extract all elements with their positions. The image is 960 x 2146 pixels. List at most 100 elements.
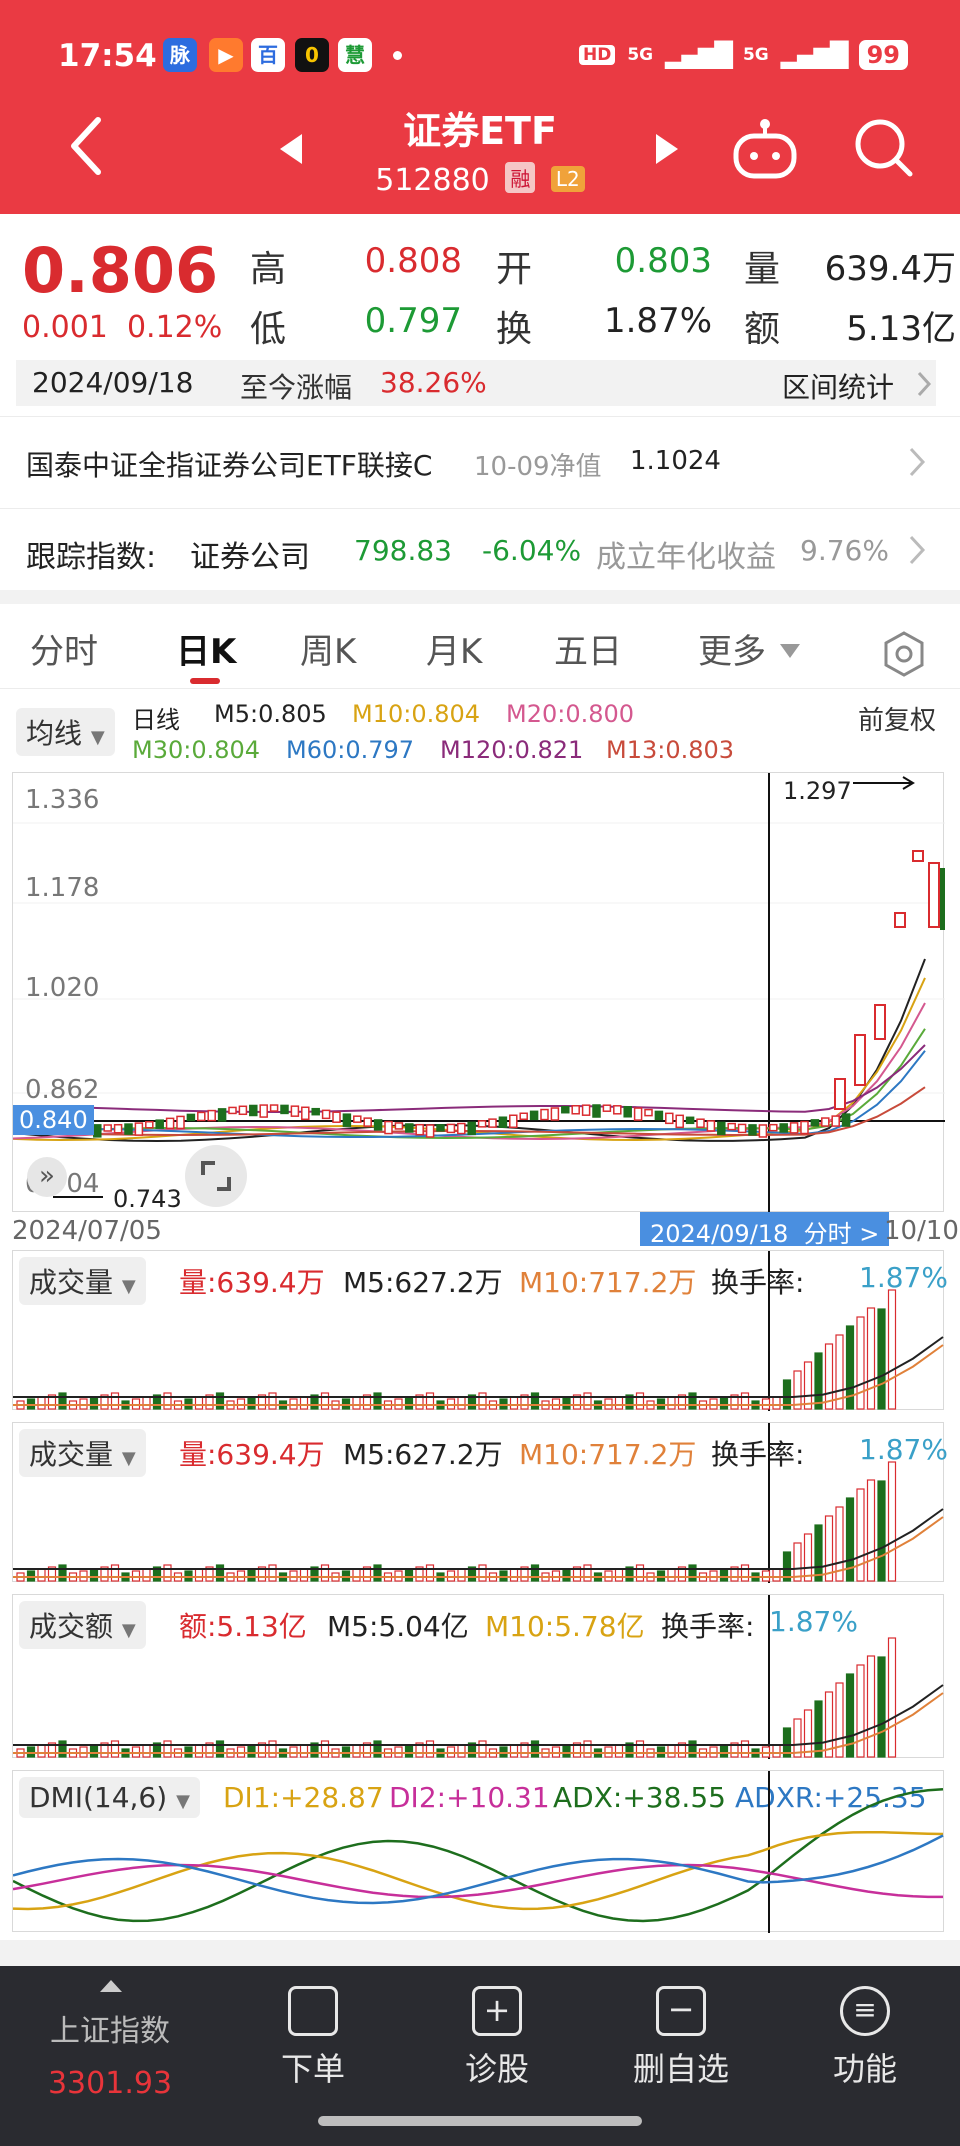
next-stock-icon[interactable]: [654, 132, 680, 166]
volume-bar: [110, 1740, 120, 1758]
tab-monthly-k[interactable]: 月K: [426, 624, 482, 673]
nav-diagnose-button[interactable]: + 诊股: [422, 1986, 572, 2090]
nav-order-button[interactable]: 下单: [238, 1986, 388, 2090]
volume-bar: [530, 1740, 540, 1758]
volume-bar: [163, 1564, 172, 1582]
menu-icon: ≡: [840, 1986, 890, 2036]
tab-weekly-k[interactable]: 周K: [300, 624, 356, 673]
candle-rally: [928, 862, 940, 928]
range-stat-button[interactable]: 区间统计: [782, 366, 894, 406]
volume-bar: [688, 1564, 697, 1582]
volume-value: 639.4万: [824, 249, 956, 289]
volume-bar: [404, 1744, 414, 1758]
app-icon-zero: 0: [295, 38, 329, 72]
volume-bar: [352, 1744, 361, 1758]
candle: [540, 1108, 549, 1121]
volume-bar: [803, 1361, 813, 1410]
volume-panel-2[interactable]: 成交量 ▼ 量:639.4万 M5:627.2万 M10:717.2万 换手率:…: [12, 1422, 948, 1583]
tab-daily-k[interactable]: 日K: [176, 624, 236, 673]
chevron-down-icon: ▼: [90, 727, 105, 748]
app-icon-mai: 脉: [163, 38, 197, 72]
candle: [321, 1109, 331, 1120]
chart-settings-icon[interactable]: [880, 630, 928, 678]
volume-bar: [247, 1744, 256, 1758]
volume-bar: [163, 1740, 172, 1758]
ma5-line: [13, 958, 926, 1143]
y-tick-4: 0.862: [25, 1075, 100, 1105]
amount-panel[interactable]: 成交额 ▼ 额:5.13亿 M5:5.04亿 M10:5.78亿 换手率: 1.…: [12, 1594, 944, 1759]
nav-functions-label: 功能: [832, 2050, 897, 2088]
volume-bar: [635, 1740, 645, 1758]
volume-bar: [824, 1691, 834, 1758]
track-index-name[interactable]: 证券公司: [190, 532, 310, 576]
candle: [644, 1108, 653, 1117]
high-label: 高: [250, 249, 287, 290]
period-tabs: 分时 日K 周K 月K 五日 更多: [0, 610, 960, 690]
kline-chart[interactable]: 1.336 1.178 1.020 0.862 0.704 0.840 1.29…: [12, 772, 945, 1213]
candle: [353, 1115, 362, 1123]
annual-return-value: 9.76%: [800, 534, 889, 567]
cursor-fenshi-button[interactable]: 分时: [804, 1220, 852, 1248]
dmi-panel[interactable]: DMI(14,6) ▼ DI1:+28.87 DI2:+10.31 ADX:+3…: [12, 1770, 944, 1933]
amount-value: 5.13亿: [846, 309, 956, 349]
volume-m5-line: [13, 1508, 944, 1570]
open-value: 0.803: [614, 241, 712, 281]
range-date: 2024/09/18: [32, 366, 194, 399]
volume-panel-1[interactable]: 成交量 ▼ 量:639.4万 M5:627.2万 M10:717.2万 换手率:…: [12, 1250, 948, 1411]
volume-bar: [373, 1740, 382, 1758]
candle: [186, 1113, 196, 1122]
candle: [779, 1123, 788, 1133]
volume-bar: [530, 1564, 540, 1582]
candle: [145, 1121, 154, 1129]
range-stat-bar[interactable]: 2024/09/18 至今涨幅 38.26% 区间统计: [16, 360, 936, 406]
nav-functions-button[interactable]: ≡ 功能: [790, 1986, 940, 2090]
nav-index-name[interactable]: 上证指数: [30, 2006, 190, 2050]
tab-more[interactable]: 更多: [698, 624, 766, 673]
volume-bar: [478, 1564, 487, 1582]
ma-selector-label: 均线: [26, 717, 83, 750]
volume-bar: [457, 1568, 466, 1582]
signal-bars-icon: ▂▄▆█: [665, 41, 733, 69]
volume-bar: [299, 1744, 309, 1758]
ma20-line: [13, 1002, 926, 1141]
candle: [436, 1124, 445, 1132]
tab-fenshi[interactable]: 分时: [30, 624, 98, 673]
volume-bar: [142, 1568, 151, 1582]
candle: [290, 1105, 300, 1117]
candle-rally: [894, 912, 906, 928]
volume-bar: [404, 1568, 414, 1582]
candle: [415, 1123, 424, 1136]
expand-left-icon[interactable]: »: [27, 1157, 67, 1197]
stock-code-row: 512880 融 L2: [0, 162, 960, 198]
nav-remove-watchlist-button[interactable]: − 删自选: [606, 1986, 756, 2090]
ma-selector[interactable]: 均线 ▼: [16, 708, 115, 756]
volume-bar: [866, 1655, 876, 1758]
volume-bar: [530, 1392, 540, 1410]
search-icon[interactable]: [852, 116, 916, 180]
page-title: 证券ETF: [403, 109, 557, 153]
volume-bar: [688, 1740, 697, 1758]
volume-bar: [457, 1744, 466, 1758]
y-tick-2: 1.178: [25, 873, 100, 903]
candle: [831, 1115, 840, 1127]
candle: [488, 1118, 497, 1128]
candle: [561, 1105, 570, 1114]
adjust-mode[interactable]: 前复权: [858, 700, 936, 737]
volume-bar: [373, 1564, 382, 1582]
cursor-date-tag[interactable]: 2024/09/18 分时 >: [640, 1212, 890, 1248]
track-label: 跟踪指数:: [26, 540, 157, 575]
fund-name-link[interactable]: 国泰中证全指证券公司ETF联接C: [26, 444, 432, 484]
robot-assistant-icon[interactable]: [730, 112, 800, 182]
tab-five-day[interactable]: 五日: [554, 624, 622, 673]
volume-bar: [866, 1479, 876, 1582]
fullscreen-icon[interactable]: [185, 1145, 247, 1207]
notification-dot: [393, 51, 402, 60]
candle: [373, 1119, 383, 1131]
volume-bar: [614, 1396, 624, 1410]
minus-icon: −: [656, 1986, 706, 2036]
volume-bar: [110, 1564, 120, 1582]
volume-bar: [215, 1564, 225, 1582]
open-label: 开: [496, 249, 533, 290]
candle: [841, 1113, 851, 1127]
volume-bar: [509, 1568, 519, 1582]
